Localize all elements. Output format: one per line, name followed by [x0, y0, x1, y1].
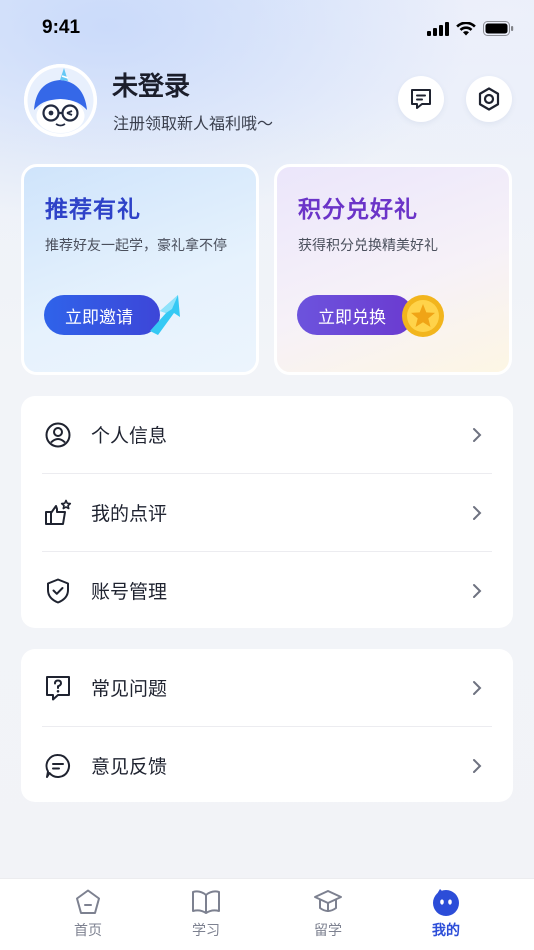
menu-item-account-management[interactable]: 账号管理 [21, 552, 513, 629]
tab-home[interactable]: 首页 [48, 887, 128, 940]
menu-card-account: 个人信息 我的点评 账号管理 [21, 396, 513, 628]
tab-study[interactable]: 学习 [166, 887, 246, 940]
tab-study-abroad-label: 留学 [314, 923, 342, 939]
tab-home-label: 首页 [74, 923, 102, 939]
settings-button[interactable] [466, 76, 512, 122]
invite-button[interactable]: 立即邀请 [44, 295, 160, 335]
promo-card-invite[interactable]: 推荐有礼 推荐好友一起学，豪礼拿不停 立即邀请 [21, 164, 259, 375]
profile-subtitle[interactable]: 注册领取新人福利哦～ [113, 110, 273, 134]
menu-item-faq[interactable]: 常见问题 [21, 649, 513, 726]
status-bar: 9:41 [0, 0, 534, 58]
promo-invite-title: 推荐有礼 [45, 197, 141, 223]
star-coin-icon [402, 295, 444, 337]
chevron-right-icon [473, 505, 482, 520]
shield-check-icon [44, 577, 72, 605]
menu-label-my-reviews: 我的点评 [91, 503, 168, 525]
chevron-right-icon [473, 758, 482, 773]
chevron-right-icon [473, 427, 482, 442]
menu-item-feedback[interactable]: 意见反馈 [21, 727, 513, 804]
status-icons [427, 21, 514, 36]
wifi-icon [456, 21, 476, 35]
menu-label-personal-info: 个人信息 [91, 425, 168, 447]
menu-card-support: 常见问题 意见反馈 [21, 649, 513, 802]
tab-bar: 首页 学习 留学 我的 [0, 878, 534, 950]
user-circle-icon [44, 421, 72, 449]
mine-face-icon [431, 887, 461, 917]
message-icon [411, 89, 431, 109]
home-icon [73, 887, 103, 917]
book-icon [191, 887, 221, 917]
menu-label-faq: 常见问题 [91, 678, 168, 700]
promo-card-points[interactable]: 积分兑好礼 获得积分兑换精美好礼 立即兑换 [274, 164, 512, 375]
status-time: 9:41 [42, 17, 81, 38]
graduation-cap-icon [313, 887, 343, 917]
promo-points-title: 积分兑好礼 [298, 197, 418, 223]
promo-points-desc: 获得积分兑换精美好礼 [298, 238, 438, 254]
profile-name[interactable]: 未登录 [112, 66, 190, 103]
arrow-up-icon [150, 295, 180, 335]
tab-study-label: 学习 [192, 923, 220, 939]
message-button[interactable] [398, 76, 444, 122]
feedback-icon [44, 752, 72, 780]
tab-mine-label: 我的 [432, 923, 460, 939]
chevron-right-icon [473, 583, 482, 598]
redeem-button[interactable]: 立即兑换 [297, 295, 413, 335]
avatar[interactable] [24, 64, 97, 137]
menu-label-feedback: 意见反馈 [91, 756, 168, 778]
thumbs-up-icon [44, 499, 72, 527]
question-icon [44, 674, 72, 702]
tab-mine[interactable]: 我的 [406, 887, 486, 940]
battery-icon [483, 21, 514, 36]
menu-label-account-management: 账号管理 [91, 581, 168, 603]
menu-item-my-reviews[interactable]: 我的点评 [21, 474, 513, 551]
chevron-right-icon [473, 680, 482, 695]
avatar-mascot-icon [24, 64, 97, 137]
promo-invite-desc: 推荐好友一起学，豪礼拿不停 [45, 238, 227, 254]
settings-icon [478, 87, 500, 111]
tab-study-abroad[interactable]: 留学 [288, 887, 368, 940]
menu-item-personal-info[interactable]: 个人信息 [21, 396, 513, 473]
signal-icon [427, 21, 449, 36]
